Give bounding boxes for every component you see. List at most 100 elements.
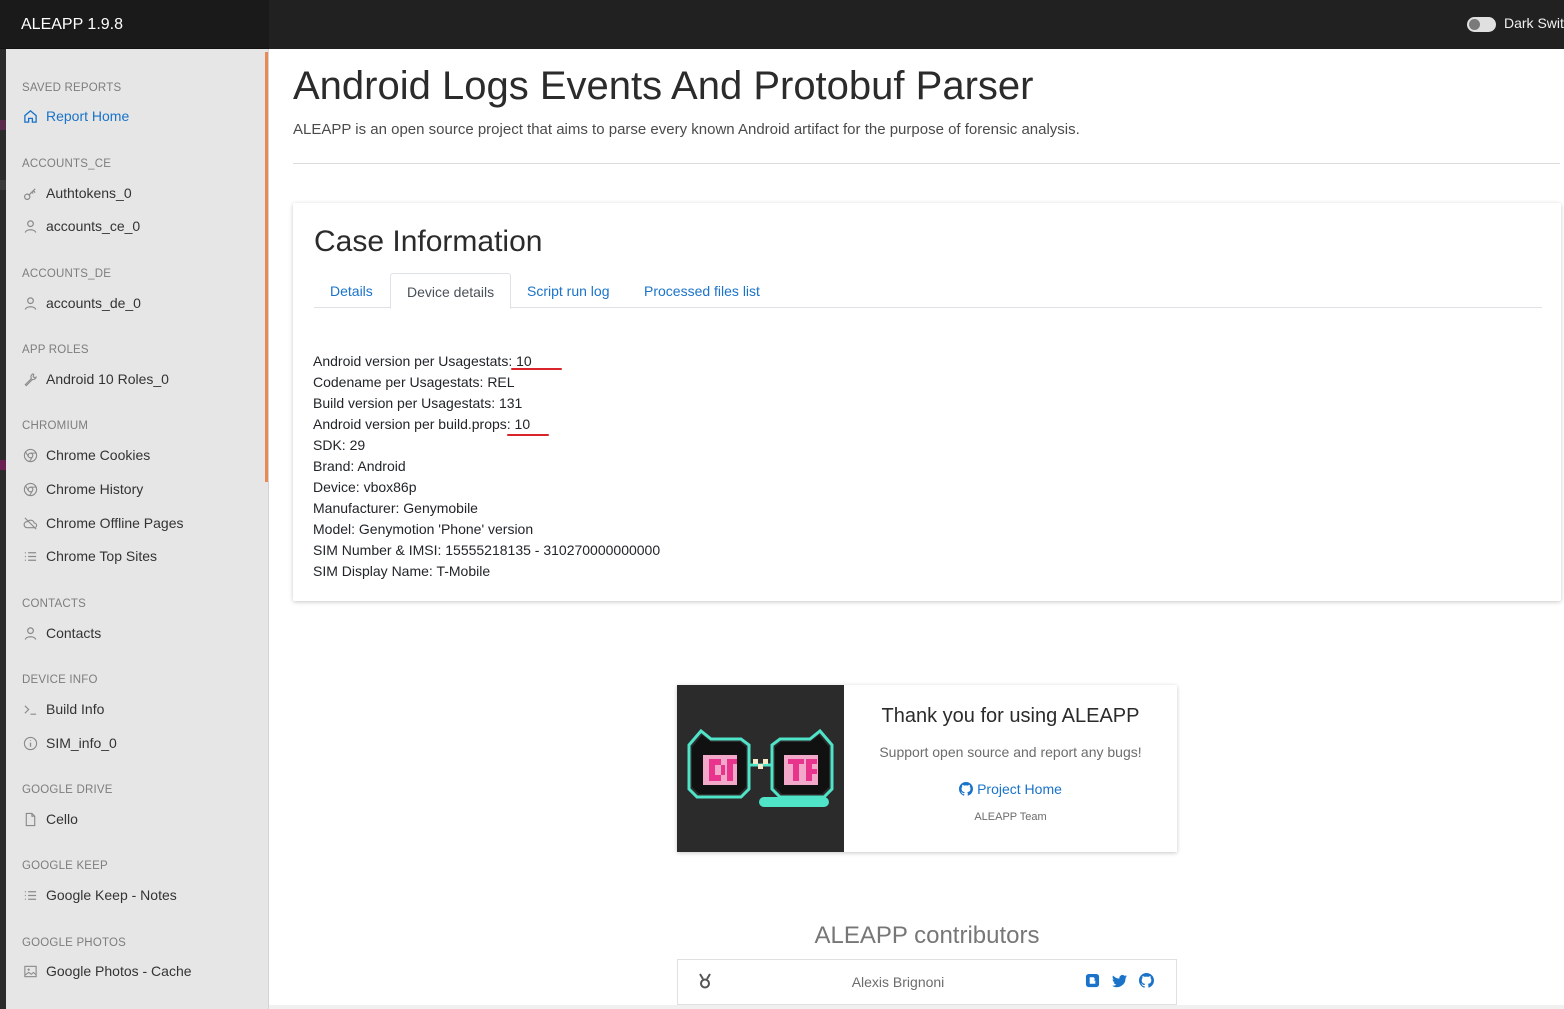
sidebar-item-label: Chrome Top Sites [46, 548, 158, 564]
image-icon [22, 963, 38, 979]
app-brand[interactable]: ALEAPP 1.9.8 [0, 0, 269, 49]
sidebar-item-chrome-top-sites[interactable]: Chrome Top Sites [22, 548, 157, 564]
sidebar-item-google-keep-notes[interactable]: Google Keep - Notes [22, 887, 177, 903]
sidebar-item-cello[interactable]: Cello [22, 811, 78, 827]
team-label: ALEAPP Team [974, 811, 1047, 823]
github-icon[interactable] [1139, 973, 1155, 993]
thank-you-title: Thank you for using ALEAPP [881, 705, 1140, 727]
sidebar-item-label: Report Home [46, 108, 130, 124]
sidebar-item-report-home[interactable]: Report Home [22, 108, 129, 124]
case-information-title: Case Information [314, 225, 543, 258]
sidebar-item-android-roles[interactable]: Android 10 Roles_0 [22, 371, 169, 387]
cloud-off-icon [22, 515, 38, 531]
device-detail-line: Device: vbox86p [313, 479, 417, 495]
section-header: ACCOUNTS_DE [22, 268, 112, 280]
project-home-link[interactable]: Project Home [844, 781, 1177, 797]
file-icon [22, 811, 38, 827]
project-home-label: Project Home [977, 781, 1062, 797]
dark-switch-label: Dark Switch [1504, 15, 1564, 31]
tab-script-run-log[interactable]: Script run log [511, 273, 625, 308]
sidebar-item-label: Authtokens_0 [46, 185, 132, 201]
contributor-row: Alexis Brignoni [677, 959, 1177, 1005]
aleapp-logo [677, 685, 844, 852]
sidebar-item-label: accounts_de_0 [46, 295, 141, 311]
terminal-icon [22, 701, 38, 717]
section-header: CHROMIUM [22, 420, 89, 432]
section-header: GOOGLE PHOTOS [22, 937, 126, 949]
device-detail-line: Android version per Usagestats: 10 [313, 353, 532, 369]
sidebar-item-accounts-de[interactable]: accounts_de_0 [22, 295, 141, 311]
blog-icon[interactable] [1085, 973, 1100, 993]
sidebar-item-build-info[interactable]: Build Info [22, 701, 104, 717]
key-icon [22, 185, 38, 201]
sidebar-item-label: Contacts [46, 625, 102, 641]
wrench-icon [22, 371, 38, 387]
thank-you-subtitle: Support open source and report any bugs! [879, 744, 1142, 760]
device-detail-line: Brand: Android [313, 458, 406, 474]
sidebar-item-label: Chrome Cookies [46, 447, 151, 463]
chrome-icon [22, 447, 38, 463]
info-icon [22, 735, 38, 751]
sidebar-item-accounts-ce[interactable]: accounts_ce_0 [22, 218, 140, 234]
twitter-icon[interactable] [1112, 973, 1127, 993]
section-header: GOOGLE KEEP [22, 860, 108, 872]
thank-you-card: Thank you for using ALEAPP Support open … [677, 685, 1177, 852]
sidebar-item-authtokens[interactable]: Authtokens_0 [22, 185, 132, 201]
home-icon [22, 108, 38, 124]
section-header: CONTACTS [22, 598, 86, 610]
sidebar-item-label: Chrome Offline Pages [46, 515, 184, 531]
sidebar-item-label: Android 10 Roles_0 [46, 371, 169, 387]
sidebar-item-chrome-history[interactable]: Chrome History [22, 481, 143, 497]
red-underline-annotation [511, 368, 562, 370]
device-detail-line: Manufacturer: Genymobile [313, 500, 478, 516]
sidebar-item-label: Chrome History [46, 481, 144, 497]
section-header: ACCOUNTS_CE [22, 158, 112, 170]
divider [293, 163, 1560, 164]
section-header: APP ROLES [22, 344, 89, 356]
section-header: DEVICE INFO [22, 674, 98, 686]
sidebar-item-google-photos-cache[interactable]: Google Photos - Cache [22, 963, 192, 979]
device-detail-line: SDK: 29 [313, 437, 366, 453]
case-tabs: Details Device details Script run log Pr… [314, 273, 1542, 309]
device-detail-line: SIM Display Name: T-Mobile [313, 563, 491, 579]
red-underline-annotation [507, 434, 549, 436]
sidebar-scrollbar[interactable] [265, 52, 268, 482]
section-header: GOOGLE DRIVE [22, 784, 113, 796]
tab-device-details[interactable]: Device details [390, 273, 512, 309]
tab-details[interactable]: Details [314, 273, 389, 308]
sidebar-item-label: Google Photos - Cache [46, 963, 192, 979]
device-detail-line: Build version per Usagestats: 131 [313, 395, 523, 411]
tab-processed-files-list[interactable]: Processed files list [628, 273, 776, 308]
github-icon [959, 782, 974, 796]
chrome-icon [22, 481, 38, 497]
user-icon [22, 625, 38, 641]
sidebar: SAVED REPORTS Report Home ACCOUNTS_CE Au… [6, 49, 269, 1009]
sidebar-item-chrome-offline-pages[interactable]: Chrome Offline Pages [22, 515, 183, 531]
device-detail-line: SIM Number & IMSI: 15555218135 - 3102700… [313, 542, 661, 558]
sidebar-item-sim-info[interactable]: SIM_info_0 [22, 735, 117, 751]
sidebar-item-label: accounts_ce_0 [46, 218, 141, 234]
user-icon [22, 295, 38, 311]
toggle-icon[interactable] [1467, 17, 1496, 32]
device-detail-line: Android version per build.props: 10 [313, 416, 531, 432]
contributor-name: Alexis Brignoni [851, 974, 945, 990]
sidebar-item-label: Google Keep - Notes [46, 887, 177, 903]
sidebar-item-chrome-cookies[interactable]: Chrome Cookies [22, 447, 150, 463]
sidebar-item-label: Cello [46, 811, 78, 827]
device-detail-line: Codename per Usagestats: REL [313, 374, 515, 390]
sidebar-item-contacts[interactable]: Contacts [22, 625, 101, 641]
user-icon [22, 218, 38, 234]
device-detail-line: Model: Genymotion 'Phone' version [313, 521, 534, 537]
section-header: SAVED REPORTS [22, 82, 122, 94]
top-navbar: ALEAPP 1.9.8 Dark Switch [0, 0, 1564, 49]
contributors-title: ALEAPP contributors [814, 922, 1040, 949]
dark-mode-switch[interactable]: Dark Switch [1467, 14, 1564, 32]
bottom-edge [269, 1005, 1564, 1009]
case-information-card: Case Information Details Device details … [293, 203, 1561, 601]
device-details-list: Android version per Usagestats: 10 Coden… [313, 351, 660, 582]
sidebar-item-label: Build Info [46, 701, 105, 717]
list-icon [22, 548, 38, 564]
page-title: Android Logs Events And Protobuf Parser [293, 64, 1034, 108]
sidebar-item-label: SIM_info_0 [46, 735, 117, 751]
contributor-links [1085, 973, 1155, 993]
